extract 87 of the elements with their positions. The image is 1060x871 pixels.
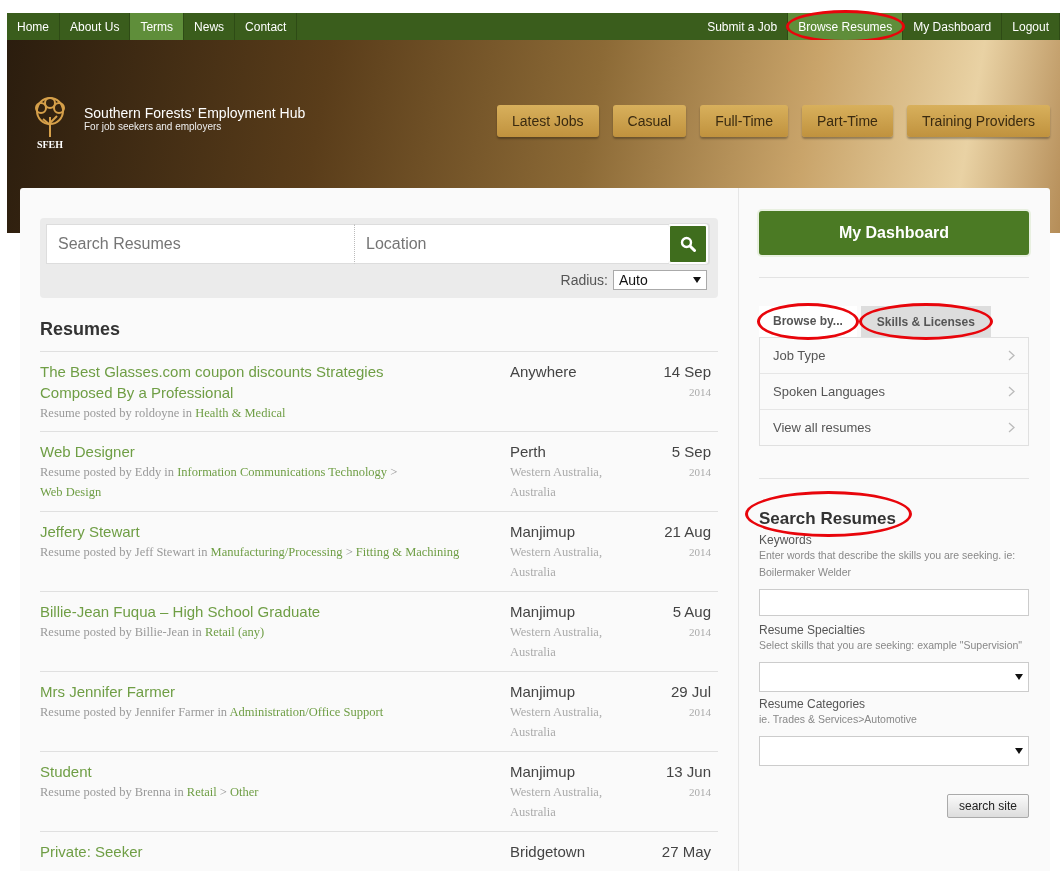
search-site-button[interactable]: search site [946,794,1029,818]
caret-icon [1015,748,1023,754]
resume-byline: Resume posted by Jeff Stewart in Manufacturing/Processing > Fitting & Machining [40,544,460,561]
category-link[interactable]: Other [230,785,259,799]
category-button[interactable]: Part-Time [801,105,893,137]
resume-date: 29 Jul [670,682,711,702]
resume-region: Western Australia, Australia [510,544,604,581]
category-button[interactable]: Full-Time [700,105,788,137]
search-icon [680,236,696,252]
browse-item[interactable]: Job Type [760,338,1028,373]
resume-region: Western Australia, Australia [510,624,604,661]
resume-date: 5 Sep [671,442,711,462]
resume-city: Perth [510,442,547,462]
location-field[interactable]: Location [355,224,669,264]
nav-link[interactable]: Browse Resumes [788,13,904,40]
resume-byline: Resume posted by roldoyne in Health & Medical [40,405,287,422]
resume-year: 2014 [689,545,711,560]
category-button[interactable]: Training Providers [906,105,1050,137]
chevron-right-icon [1008,350,1015,361]
browse-item[interactable]: Spoken Languages [760,373,1028,409]
resume-date: 14 Sep [663,362,711,382]
category-link[interactable]: Administration/Office Support [229,705,384,719]
resume-city: Bridgetown [510,842,587,862]
resume-year: 2014 [689,385,711,400]
resume-title-link[interactable]: Mrs Jennifer Farmer [40,681,440,702]
resume-title-link[interactable]: Private: Seeker [40,841,440,862]
category-link[interactable]: Information Communications Technology [177,465,388,479]
radius-select[interactable]: Auto [613,270,707,290]
tab[interactable]: Skills & Licenses [860,306,991,337]
category-button[interactable]: Latest Jobs [496,105,599,137]
resume-date: 21 Aug [664,522,711,542]
field-label: Resume Categories [759,697,867,711]
resume-year: 2014 [689,705,711,720]
dashboard-button[interactable]: My Dashboard [759,211,1029,255]
resume-title-link[interactable]: Billie-Jean Fuqua – High School Graduate [40,601,440,622]
resume-city: Manjimup [510,682,577,702]
select-field[interactable] [759,662,1029,692]
resume-year: 2014 [689,625,711,640]
resume-title-link[interactable]: Jeffery Stewart [40,521,440,542]
search-button[interactable] [669,225,707,263]
field-label: Keywords [759,533,813,547]
chevron-right-icon [1008,386,1015,397]
resume-year: 2014 [689,785,711,800]
category-link[interactable]: Retail [186,785,217,799]
field-label: Resume Specialties [759,623,867,637]
category-link[interactable]: Web Design [40,485,102,499]
resume-region: Western Australia, Australia [510,464,604,501]
category-link[interactable]: Manufacturing/Processing [210,545,343,559]
category-link[interactable]: Fitting & Machining [355,545,460,559]
resume-region: Western Australia, Australia [510,704,604,741]
resume-year: 2014 [689,465,711,480]
field-hint: Select skills that you are seeking: example "Supervision" [759,638,1024,653]
caret-icon [1015,674,1023,680]
tab[interactable]: Browse by... [759,306,857,337]
resume-city: Manjimup [510,602,577,622]
radius-label: Radius: [560,272,608,288]
browse-item[interactable]: View all resumes [760,409,1028,445]
select-field[interactable] [759,736,1029,766]
tagline: For job seekers and employers [84,121,223,132]
resume-date: 27 May [661,842,711,862]
category-link[interactable]: Retail (any) [204,625,265,639]
site-title: Southern Forests’ Employment Hub [84,105,306,121]
resume-city: Manjimup [510,522,577,542]
resume-byline: Resume posted by Eddy in Information Communications Technology > Web Design [40,464,399,501]
resume-byline: Resume posted by Jennifer Farmer in Administration/Office Support [40,704,385,721]
resume-date: 5 Aug [672,602,711,622]
resume-region: Western Australia, Australia [510,784,604,821]
resume-byline: Resume posted by Billie-Jean in Retail (any) [40,624,266,641]
resumes-heading: Resumes [40,319,122,340]
resume-city: Anywhere [510,362,578,382]
resume-byline: Resume posted by Brenna in Retail > Other [40,784,260,801]
keywords-field[interactable] [759,589,1029,616]
caret-icon [693,277,701,283]
resume-title-link[interactable]: Web Designer [40,441,440,462]
field-hint: ie. Trades & Services>Automotive [759,712,918,727]
resume-date: 13 Jun [665,762,711,782]
category-link[interactable]: Health & Medical [195,406,286,420]
category-button[interactable]: Casual [612,105,687,137]
resume-city: Manjimup [510,762,577,782]
search-form-heading: Search Resumes [759,509,897,529]
resume-title-link[interactable]: Student [40,761,440,782]
field-hint: Enter words that describe the skills you are seeking. ie: Boilermaker Welder [759,548,1017,580]
chevron-right-icon [1008,422,1015,433]
nav-link[interactable]: Terms [130,13,185,40]
search-field[interactable]: Search Resumes [46,224,355,264]
logo-text: SFEH [36,139,64,150]
resume-title-link[interactable]: The Best Glasses.com coupon discounts Strategies Composed By a Professional [40,361,440,403]
